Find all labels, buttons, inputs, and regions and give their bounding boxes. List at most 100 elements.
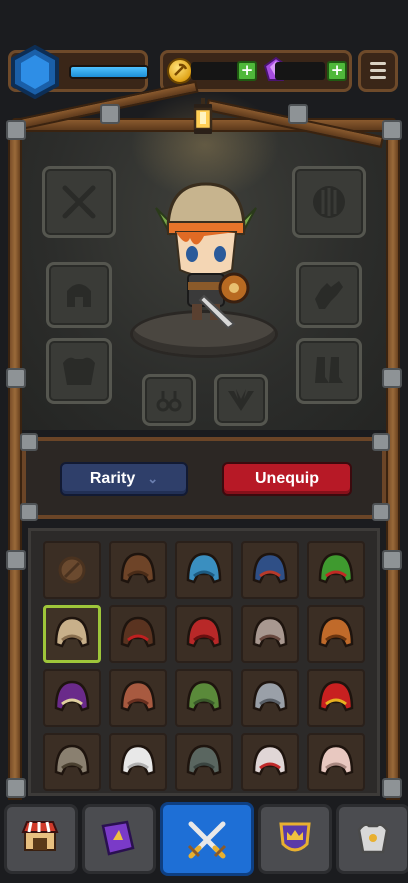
level-badge-icon[interactable] <box>10 45 60 99</box>
weapon-slot[interactable] <box>42 166 116 238</box>
inventory-slot[interactable] <box>241 669 299 727</box>
armor-slot[interactable] <box>46 338 112 404</box>
bolt-icon <box>372 503 390 521</box>
chest-armor-icon <box>63 357 95 385</box>
boots-slot[interactable] <box>296 338 362 404</box>
bolt-icon <box>288 104 308 124</box>
inventory-slot[interactable] <box>175 669 233 727</box>
bolt-icon <box>20 433 38 451</box>
earrings-icon <box>156 391 182 412</box>
inventory-slot[interactable] <box>307 733 365 791</box>
bolt-icon <box>372 433 390 451</box>
inventory-slot[interactable] <box>109 733 167 791</box>
brown-acorn-cap-icon <box>120 552 156 584</box>
steel-helmet-icon <box>252 680 288 712</box>
blue-hood-icon <box>186 552 222 584</box>
bolt-icon <box>382 778 402 798</box>
bolt-icon <box>20 503 38 521</box>
bolt-icon <box>6 120 26 140</box>
earrings-slot[interactable] <box>142 374 196 426</box>
red-hood-icon <box>186 616 222 648</box>
inventory-slot[interactable] <box>109 605 167 663</box>
inventory-slot[interactable] <box>307 541 365 599</box>
inventory-slot[interactable] <box>241 541 299 599</box>
crown-shield-icon <box>279 822 311 852</box>
menu-line <box>370 62 386 65</box>
inventory-grid <box>28 528 380 796</box>
hero-character[interactable] <box>146 178 266 338</box>
action-bar: Rarity ⌄ Unequip <box>20 433 390 521</box>
unequip-label: Unequip <box>255 470 319 487</box>
helmet-icon <box>67 284 91 307</box>
nav-tab-battle[interactable] <box>160 802 254 876</box>
rarity-label: Rarity <box>89 470 136 487</box>
iron-knight-helm-icon <box>186 744 222 776</box>
bolt-icon <box>382 368 402 388</box>
ninja-mask-icon <box>120 616 156 648</box>
inventory-slot[interactable] <box>307 605 365 663</box>
bolt-icon <box>6 550 26 570</box>
shield-slot[interactable] <box>292 166 366 238</box>
right-post <box>386 124 400 800</box>
crossed-swords-icon <box>187 821 227 859</box>
xp-bar-fill <box>71 67 147 77</box>
unequip-button[interactable]: Unequip <box>222 462 352 496</box>
round-shield-icon <box>313 186 345 218</box>
rarity-filter-button[interactable]: Rarity ⌄ <box>60 462 188 496</box>
pink-cap-icon <box>318 744 354 776</box>
inventory-slot[interactable] <box>109 669 167 727</box>
empty-slot-icon <box>58 556 86 584</box>
gauntlet-icon <box>315 281 343 309</box>
inventory-slot[interactable] <box>43 669 101 727</box>
bolt-icon <box>6 368 26 388</box>
inventory-slot[interactable] <box>43 541 101 599</box>
inventory-slot[interactable] <box>43 605 101 663</box>
inventory-slot[interactable] <box>307 669 365 727</box>
add-gold-button[interactable]: + <box>237 61 257 81</box>
orange-helm-icon <box>318 616 354 648</box>
white-red-hood-icon <box>252 744 288 776</box>
menu-button[interactable] <box>358 50 398 92</box>
green-feather-hat-icon <box>318 552 354 584</box>
boots-icon <box>315 357 343 383</box>
wings-slot[interactable] <box>214 374 268 426</box>
inventory-slot[interactable] <box>241 605 299 663</box>
gloves-slot[interactable] <box>296 262 362 328</box>
red-gold-helm-icon <box>318 680 354 712</box>
purple-book-icon <box>101 820 135 856</box>
inventory-slot[interactable] <box>175 541 233 599</box>
xp-bar <box>69 65 149 79</box>
chevron-down-icon: ⌄ <box>147 471 159 486</box>
inventory-slot[interactable] <box>175 605 233 663</box>
nav-tab-shop[interactable] <box>4 804 78 874</box>
inventory-slot[interactable] <box>241 733 299 791</box>
aviator-cap-icon <box>120 680 156 712</box>
leather-cap-icon <box>54 616 90 648</box>
bolt-icon <box>382 550 402 570</box>
menu-line <box>370 76 386 79</box>
armor-icon <box>357 823 389 854</box>
crossed-swords-icon <box>62 185 96 219</box>
helmet-slot[interactable] <box>46 262 112 328</box>
grey-hood-icon <box>252 616 288 648</box>
gold-coin-icon <box>167 58 193 84</box>
nav-tab-guild[interactable] <box>258 804 332 874</box>
lantern-icon <box>193 98 213 134</box>
menu-line <box>370 69 386 72</box>
add-gems-button[interactable]: + <box>327 61 347 81</box>
nav-tab-spellbook[interactable] <box>82 804 156 874</box>
inventory-slot[interactable] <box>109 541 167 599</box>
inventory-slot[interactable] <box>175 733 233 791</box>
horned-skull-helm-icon <box>54 744 90 776</box>
gem-amount <box>275 62 325 80</box>
shop-stall-icon <box>21 821 59 851</box>
bolt-icon <box>382 120 402 140</box>
green-goblin-helm-icon <box>186 680 222 712</box>
dark-hood-icon <box>252 552 288 584</box>
bottom-navigation <box>0 800 408 883</box>
purple-feather-hat-icon <box>54 680 90 712</box>
bolt-icon <box>100 104 120 124</box>
left-post <box>8 124 22 800</box>
inventory-slot[interactable] <box>43 733 101 791</box>
nav-tab-equipment[interactable] <box>336 804 408 874</box>
